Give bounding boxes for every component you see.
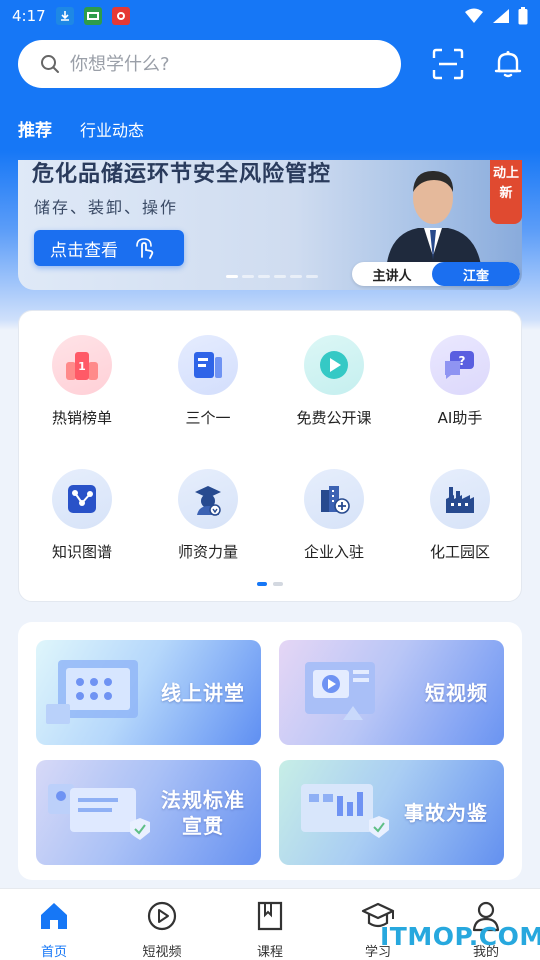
ai-chat-icon: ?	[430, 335, 490, 395]
grid-label: 三个一	[185, 409, 231, 427]
feature-regulations[interactable]: 法规标准 宣贯	[36, 760, 261, 865]
feature-online-lecture[interactable]: 线上讲堂	[36, 640, 261, 745]
nav-label: 短视频	[142, 945, 182, 960]
pagination-dot	[226, 275, 238, 278]
wifi-icon	[465, 8, 483, 23]
scan-icon[interactable]	[432, 48, 464, 80]
pagination-dot	[274, 275, 286, 278]
top-tabs: 推荐 行业动态	[18, 116, 144, 169]
enterprise-icon	[304, 469, 364, 529]
tab-industry-news[interactable]: 行业动态	[80, 117, 144, 141]
nav-home[interactable]: 首页	[14, 899, 94, 960]
banner-subtitle: 储存、装卸、操作	[34, 198, 179, 217]
feature-label: 事故为鉴	[404, 800, 488, 825]
regulation-illustration-icon	[48, 784, 150, 840]
feature-label: 线上讲堂	[161, 680, 245, 705]
grid-pagination	[257, 582, 283, 586]
grid-label: 企业入驻	[303, 543, 364, 561]
pagination-dot	[258, 275, 270, 278]
pagination-dot	[273, 582, 283, 586]
factory-icon	[430, 469, 490, 529]
status-time: 4:17	[12, 7, 46, 25]
news-notification-icon	[111, 7, 130, 25]
tap-icon	[136, 238, 154, 259]
grid-item-hot-list[interactable]: 1 热销榜单	[19, 335, 145, 428]
feature-label: 法规标准 宣贯	[161, 787, 245, 838]
document-icon	[178, 335, 238, 395]
grid-item-knowledge-graph[interactable]: 知识图谱	[19, 469, 145, 562]
grid-label: 免费公开课	[296, 409, 372, 427]
pagination-dot	[242, 275, 254, 278]
speaker-label: 主讲人	[372, 268, 412, 284]
search-input[interactable]	[70, 53, 370, 75]
battery-icon	[518, 7, 528, 25]
grid-item-enterprise[interactable]: 企业入驻	[271, 469, 397, 562]
banner-title: 危化品储运环节安全风险管控	[32, 162, 332, 187]
grid-label: 热销榜单	[51, 409, 112, 427]
book-icon	[257, 901, 283, 931]
watermark: ITMOP.COM	[380, 922, 540, 951]
banner-pagination	[226, 275, 318, 278]
banner-view-label: 点击查看	[50, 240, 118, 261]
grid-label: AI助手	[437, 409, 483, 427]
nav-short-video[interactable]: 短视频	[122, 899, 202, 960]
feature-accident-lessons[interactable]: 事故为鉴	[279, 760, 504, 865]
teacher-icon	[178, 469, 238, 529]
grid-item-chemical-park[interactable]: 化工园区	[397, 469, 523, 562]
signal-icon	[493, 9, 509, 23]
lecture-illustration-icon	[46, 660, 138, 724]
grid-label: 化工园区	[429, 543, 490, 561]
knowledge-graph-icon	[52, 469, 112, 529]
speaker-photo	[386, 170, 482, 272]
bell-icon[interactable]	[492, 48, 524, 80]
pagination-dot	[257, 582, 267, 586]
search-box[interactable]	[18, 40, 401, 88]
banner-view-button[interactable]: 点击查看	[34, 230, 184, 266]
pagination-dot	[290, 275, 302, 278]
tab-recommend[interactable]: 推荐	[18, 116, 52, 169]
speaker-name: 江奎	[432, 262, 520, 286]
grid-item-free-course[interactable]: 免费公开课	[271, 335, 397, 428]
grid-item-ai-assistant[interactable]: ? AI助手	[397, 335, 523, 428]
play-icon	[304, 335, 364, 395]
nav-courses[interactable]: 课程	[230, 899, 310, 960]
video-play-icon	[147, 901, 177, 931]
nav-label: 课程	[256, 945, 283, 960]
svg-text:1: 1	[78, 360, 86, 373]
grid-item-three-ones[interactable]: 三个一	[145, 335, 271, 428]
search-row	[18, 40, 522, 88]
grid-label: 知识图谱	[51, 543, 112, 561]
feature-card: 线上讲堂 短视频 法规标准 宣贯 事故为鉴	[18, 622, 522, 880]
pagination-dot	[306, 275, 318, 278]
promo-banner[interactable]: 危化品储运环节安全风险管控 储存、装卸、操作 点击查看 动上新 主讲人 江奎	[18, 160, 522, 290]
ranking-icon: 1	[52, 335, 112, 395]
new-tag: 动上新	[490, 160, 522, 224]
grid-item-teachers[interactable]: 师资力量	[145, 469, 271, 562]
search-icon	[41, 55, 59, 73]
download-notification-icon	[55, 7, 74, 25]
grid-label: 师资力量	[177, 543, 238, 561]
home-icon	[41, 903, 67, 929]
video-illustration-icon	[305, 662, 375, 720]
accident-illustration-icon	[301, 784, 389, 838]
feature-short-video[interactable]: 短视频	[279, 640, 504, 745]
nav-label: 首页	[40, 945, 67, 960]
status-bar: 4:17	[0, 0, 540, 32]
quick-entry-card: 1 热销榜单 三个一 免费公开课 ? AI助手 知识图谱 师资力量 企业入驻 化…	[18, 310, 522, 602]
feature-label: 短视频	[425, 680, 488, 705]
speaker-pill: 主讲人 江奎	[352, 262, 520, 286]
app-notification-icon	[83, 7, 102, 25]
